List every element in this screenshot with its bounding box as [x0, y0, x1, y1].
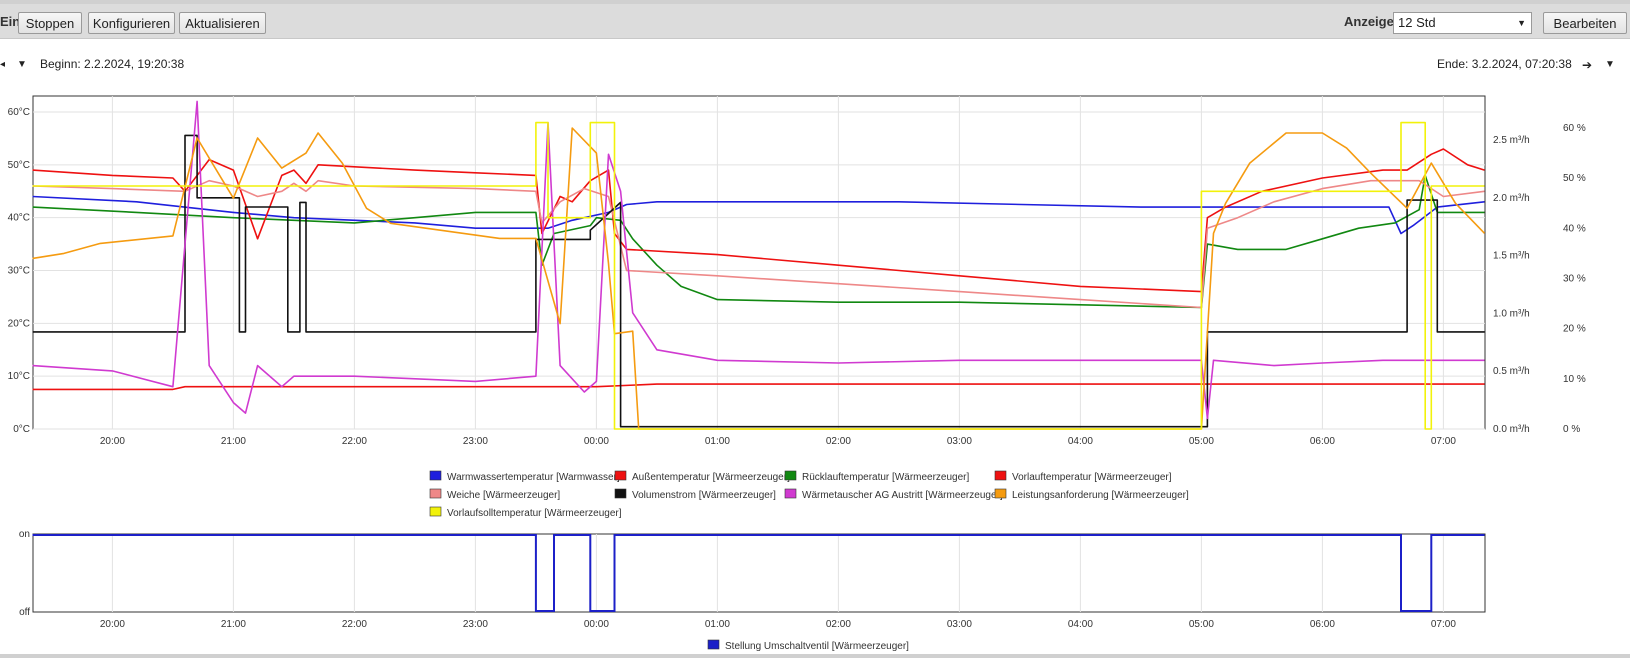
- x-tick-label: 05:00: [1189, 436, 1214, 447]
- valve-x-tick-label: 23:00: [463, 619, 488, 630]
- y-right-flow-tick-label: 0.5 m³/h: [1493, 366, 1530, 377]
- valve-legend-label: Stellung Umschaltventil [Wärmeerzeuger]: [725, 641, 909, 652]
- y-right-percent-tick-label: 30 %: [1563, 274, 1586, 285]
- x-tick-label: 21:00: [221, 436, 246, 447]
- y-right-flow-tick-label: 0.0 m³/h: [1493, 424, 1530, 435]
- y-left-tick-label: 0°C: [13, 424, 30, 435]
- y-right-percent-tick-label: 20 %: [1563, 324, 1586, 335]
- valve-x-tick-label: 00:00: [584, 619, 609, 630]
- range-start-icon[interactable]: ◂: [0, 59, 5, 70]
- y-right-percent-tick-label: 10 %: [1563, 374, 1586, 385]
- legend-swatch: [429, 470, 442, 481]
- valve-x-tick-label: 07:00: [1431, 619, 1456, 630]
- x-tick-label: 20:00: [100, 436, 125, 447]
- y-right-flow-tick-label: 2.0 m³/h: [1493, 193, 1530, 204]
- legend-swatch: [994, 488, 1007, 499]
- display-label: Anzeige: [1344, 14, 1394, 29]
- valve-x-tick-label: 06:00: [1310, 619, 1335, 630]
- valve-y-tick-label: off: [19, 607, 30, 618]
- y-left-tick-label: 40°C: [8, 213, 30, 224]
- stop-button[interactable]: Stoppen: [18, 12, 82, 34]
- y-left-tick-label: 20°C: [8, 318, 30, 329]
- arrow-right-icon[interactable]: ➔: [1582, 58, 1592, 72]
- valve-x-tick-label: 22:00: [342, 619, 367, 630]
- x-tick-label: 02:00: [826, 436, 851, 447]
- valve-x-tick-label: 21:00: [221, 619, 246, 630]
- legend-label: Rücklauftemperatur [Wärmeerzeuger]: [802, 472, 970, 483]
- x-tick-label: 03:00: [947, 436, 972, 447]
- x-tick-label: 01:00: [705, 436, 730, 447]
- valve-x-tick-label: 05:00: [1189, 619, 1214, 630]
- valve-legend-swatch: [707, 639, 720, 650]
- legend-label: Warmwassertemperatur [Warmwasser]: [447, 472, 620, 483]
- y-right-flow-tick-label: 1.0 m³/h: [1493, 308, 1530, 319]
- display-select[interactable]: 12 Std ▼: [1393, 12, 1532, 34]
- range-begin: Beginn: 2.2.2024, 19:20:38: [40, 57, 185, 71]
- y-left-tick-label: 30°C: [8, 266, 30, 277]
- valve-x-tick-label: 01:00: [705, 619, 730, 630]
- x-tick-label: 22:00: [342, 436, 367, 447]
- legend-label: Weiche [Wärmeerzeuger]: [447, 490, 560, 501]
- x-tick-label: 04:00: [1068, 436, 1093, 447]
- bottom-border: [0, 654, 1630, 658]
- temperature-chart: 0°C 10°C 20°C 30°C 40°C 50°C 60°C 0.0 m³/h 0.5 m…: [8, 95, 1586, 519]
- chevron-down-icon: ▼: [1517, 18, 1526, 28]
- legend-swatch: [614, 488, 627, 499]
- y-left-tick-label: 50°C: [8, 160, 30, 171]
- y-right-flow-tick-label: 2.5 m³/h: [1493, 135, 1530, 146]
- toolbar: Ein Stoppen Konfigurieren Aktualisieren …: [0, 4, 1630, 39]
- y-right-percent-tick-label: 60 %: [1563, 123, 1586, 134]
- legend-swatch: [784, 488, 797, 499]
- valve-plot-area: [32, 533, 1486, 613]
- y-right-percent-tick-label: 50 %: [1563, 173, 1586, 184]
- range-end: Ende: 3.2.2024, 07:20:38: [1437, 57, 1572, 71]
- legend-swatch: [994, 470, 1007, 481]
- legend-swatch: [429, 506, 442, 517]
- legend-swatch: [429, 488, 442, 499]
- range-end-dropdown-icon[interactable]: ▼: [1605, 59, 1615, 70]
- legend-swatch: [784, 470, 797, 481]
- display-select-value: 12 Std: [1398, 15, 1436, 30]
- y-left-tick-label: 10°C: [8, 371, 30, 382]
- legend-label: Vorlaufsolltemperatur [Wärmeerzeuger]: [447, 508, 622, 519]
- edit-button[interactable]: Bearbeiten: [1543, 12, 1627, 34]
- valve-x-tick-label: 02:00: [826, 619, 851, 630]
- plot-area: [32, 95, 1486, 430]
- legend-label: Vorlauftemperatur [Wärmeerzeuger]: [1012, 472, 1172, 483]
- y-right-flow-tick-label: 1.5 m³/h: [1493, 251, 1530, 262]
- y-right-percent-tick-label: 40 %: [1563, 223, 1586, 234]
- valve-y-tick-label: on: [19, 529, 30, 540]
- legend-swatch: [614, 470, 627, 481]
- y-right-percent-tick-label: 0 %: [1563, 424, 1580, 435]
- legend-label: Leistungsanforderung [Wärmeerzeuger]: [1012, 490, 1189, 501]
- y-left-tick-label: 60°C: [8, 107, 30, 118]
- refresh-button[interactable]: Aktualisieren: [179, 12, 266, 34]
- valve-x-tick-label: 03:00: [947, 619, 972, 630]
- range-start-dropdown-icon[interactable]: ▼: [17, 59, 27, 70]
- valve-x-tick-label: 20:00: [100, 619, 125, 630]
- legend-label: Wärmetauscher AG Austritt [Wärmeerzeuger…: [802, 490, 1003, 501]
- x-tick-label: 00:00: [584, 436, 609, 447]
- legend-label: Außentemperatur [Wärmeerzeuger]: [632, 472, 790, 483]
- configure-button[interactable]: Konfigurieren: [88, 12, 175, 34]
- x-tick-label: 07:00: [1431, 436, 1456, 447]
- x-tick-label: 06:00: [1310, 436, 1335, 447]
- x-tick-label: 23:00: [463, 436, 488, 447]
- valve-x-tick-label: 04:00: [1068, 619, 1093, 630]
- legend-label: Volumenstrom [Wärmeerzeuger]: [632, 490, 776, 501]
- valve-chart: 20:00 21:00 22:00 23:00 00:00 01:00 02:00 03:00…: [19, 529, 1486, 652]
